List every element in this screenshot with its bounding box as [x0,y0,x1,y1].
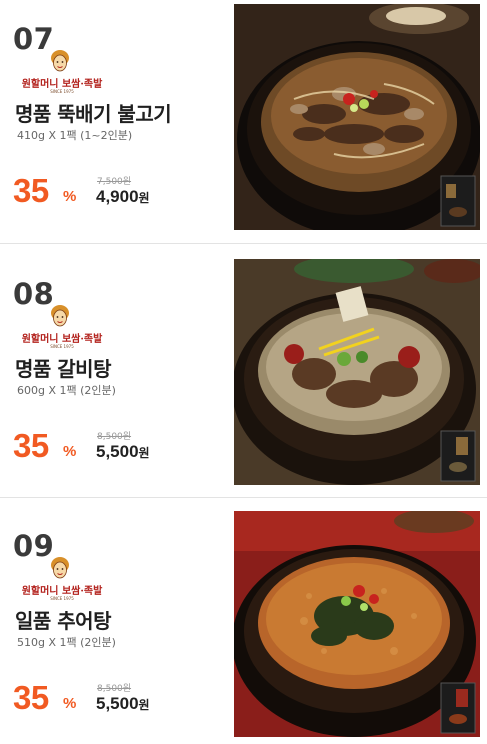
chueotang-photo[interactable] [234,511,480,737]
product-name[interactable]: 일품 추어탕 [15,605,111,634]
divider [0,243,487,244]
original-price: 8,500원 [97,684,132,694]
sale-price: 4,900원 [96,187,150,206]
grandmother-face-icon [51,557,69,579]
discount-percent-sign: % [63,188,77,205]
brand-logo: 원할머니 보쌈·족발 SINCE 1975 [19,304,105,350]
product-card-07[interactable]: 07 원할머니 보쌈·족발 SINCE 1975 명품 뚝배기 불고기 410g… [0,0,487,233]
product-card-08[interactable]: 08 원할머니 보쌈·족발 SINCE 1975 명품 갈비탕 600g X 1… [0,255,487,488]
product-spec: 600g X 1팩 (2인분) [17,384,116,397]
discount-percent-sign: % [63,695,77,712]
sale-price: 5,500원 [96,694,150,713]
brand-logo: 원할머니 보쌈·족발 SINCE 1975 [19,49,105,95]
original-price: 8,500원 [97,432,132,442]
bulgogi-hotpot-photo[interactable] [234,4,480,230]
grandmother-face-icon [51,50,69,72]
grandmother-face-icon [51,305,69,327]
sale-price: 5,500원 [96,442,150,461]
product-card-09[interactable]: 09 원할머니 보쌈·족발 SINCE 1975 일품 추어탕 510g X 1… [0,507,487,740]
discount-rate: 35 [13,172,49,209]
discount-rate: 35 [13,679,49,716]
discount-percent-sign: % [63,443,77,460]
product-name[interactable]: 명품 뚝배기 불고기 [15,98,172,127]
original-price: 7,500원 [97,177,132,187]
galbitang-photo[interactable] [234,259,480,485]
brand-logo: 원할머니 보쌈·족발 SINCE 1975 [19,556,105,602]
product-spec: 410g X 1팩 (1~2인분) [17,129,133,142]
product-name[interactable]: 명품 갈비탕 [15,353,111,382]
product-spec: 510g X 1팩 (2인분) [17,636,116,649]
divider [0,497,487,498]
discount-rate: 35 [13,427,49,464]
